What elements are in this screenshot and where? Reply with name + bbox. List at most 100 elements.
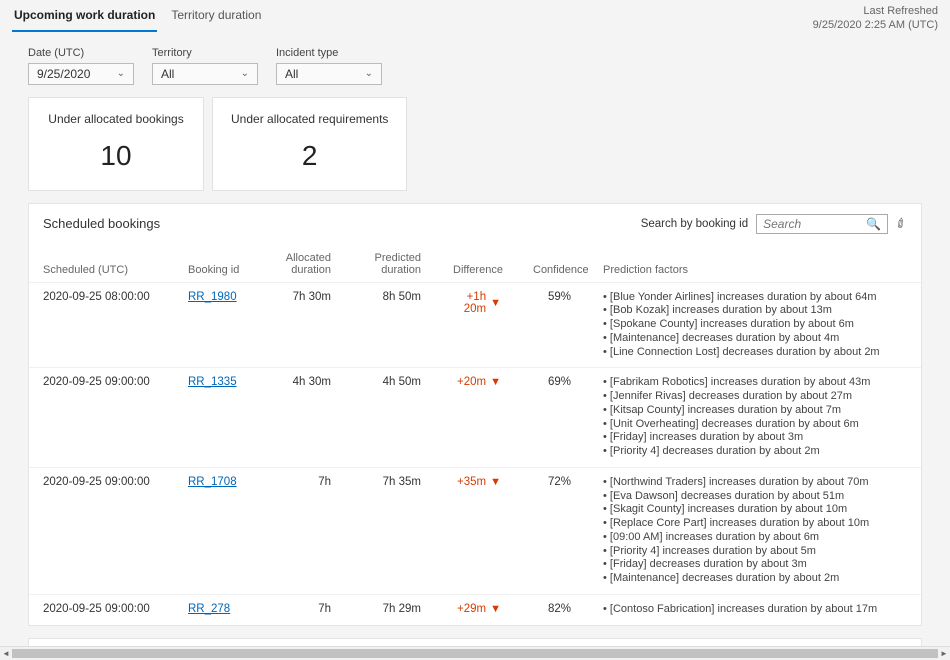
prediction-factor: [Unit Overheating] decreases duration by… (603, 418, 913, 432)
eraser-icon[interactable]: ✐ (892, 214, 910, 233)
prediction-factor: [Fabrikam Robotics] increases duration b… (603, 376, 913, 390)
col-confidence[interactable]: Confidence (519, 246, 589, 283)
filter-incident-type-value: All (285, 67, 298, 81)
cell-difference: +29m ▼ (439, 594, 519, 624)
col-booking-id[interactable]: Booking id (174, 246, 254, 283)
scheduled-bookings-panel: Scheduled bookings Search by booking id … (28, 203, 922, 626)
card-title: Under allocated requirements (231, 112, 388, 126)
cell-scheduled: 2020-09-25 09:00:00 (29, 467, 174, 594)
cell-factors: [Fabrikam Robotics] increases duration b… (589, 368, 921, 468)
cell-factors: [Blue Yonder Airlines] increases duratio… (589, 282, 921, 368)
cell-booking-id: RR_1335 (174, 368, 254, 468)
booking-id-link[interactable]: RR_278 (188, 603, 230, 615)
prediction-factor: [Spokane County] increases duration by a… (603, 318, 913, 332)
last-refreshed-value: 9/25/2020 2:25 AM (UTC) (813, 18, 938, 32)
cell-predicted: 8h 50m (349, 282, 439, 368)
bookings-table: Scheduled (UTC) Booking id Allocated dur… (29, 246, 921, 625)
horizontal-scrollbar[interactable]: ◄ ► (0, 646, 950, 660)
prediction-factor: [Blue Yonder Airlines] increases duratio… (603, 291, 913, 305)
table-row: 2020-09-25 08:00:00RR_19807h 30m8h 50m+1… (29, 282, 921, 368)
booking-id-link[interactable]: RR_1708 (188, 476, 237, 488)
cell-booking-id: RR_1708 (174, 467, 254, 594)
prediction-factor: [Replace Core Part] increases duration b… (603, 517, 913, 531)
last-refreshed-label: Last Refreshed (813, 4, 938, 18)
triangle-down-icon: ▼ (490, 376, 501, 388)
search-booking-input[interactable] (763, 217, 866, 231)
cell-predicted: 4h 50m (349, 368, 439, 468)
booking-id-link[interactable]: RR_1335 (188, 376, 237, 388)
table-row: 2020-09-25 09:00:00RR_13354h 30m4h 50m+2… (29, 368, 921, 468)
triangle-down-icon: ▼ (490, 476, 501, 488)
prediction-factor: [Eva Dawson] decreases duration by about… (603, 490, 913, 504)
cell-booking-id: RR_1980 (174, 282, 254, 368)
col-factors[interactable]: Prediction factors (589, 246, 921, 283)
table-row: 2020-09-25 09:00:00 RR_278 7h7h 29m +29m ▼ 82… (29, 594, 921, 624)
cell-allocated: 7h (254, 594, 349, 624)
difference-value: +20m (457, 376, 486, 388)
difference-value: +29m (457, 603, 486, 615)
search-icon[interactable]: 🔍 (866, 217, 881, 231)
booking-id-link[interactable]: RR_1980 (188, 291, 237, 303)
chevron-down-icon: ⌄ (117, 68, 125, 79)
cell-scheduled: 2020-09-25 09:00:00 (29, 594, 174, 624)
panel-title: Scheduled bookings (43, 216, 160, 231)
prediction-factor: [Northwind Traders] increases duration b… (603, 476, 913, 490)
card-title: Under allocated bookings (47, 112, 185, 126)
card-under-allocated-bookings: Under allocated bookings 10 (28, 97, 204, 191)
prediction-factor: [09:00 AM] increases duration by about 6… (603, 531, 913, 545)
prediction-factor: [Jennifer Rivas] decreases duration by a… (603, 390, 913, 404)
difference-value: +1h 20m (453, 291, 486, 315)
filter-incident-type-dropdown[interactable]: All ⌄ (276, 63, 382, 85)
cell-difference: +35m ▼ (439, 467, 519, 594)
filter-territory-value: All (161, 67, 174, 81)
tab-upcoming-work[interactable]: Upcoming work duration (12, 4, 157, 32)
cell-confidence: 69% (519, 368, 589, 468)
scroll-left-arrow-icon[interactable]: ◄ (0, 647, 12, 660)
card-value: 2 (231, 140, 388, 172)
filter-territory-dropdown[interactable]: All ⌄ (152, 63, 258, 85)
filter-date-label: Date (UTC) (28, 47, 134, 59)
cell-confidence: 82% (519, 594, 589, 624)
cell-scheduled: 2020-09-25 08:00:00 (29, 282, 174, 368)
triangle-down-icon: ▼ (490, 603, 501, 615)
prediction-factor: [Contoso Fabrication] increases duration… (603, 603, 913, 617)
col-predicted[interactable]: Predicted duration (349, 246, 439, 283)
col-scheduled[interactable]: Scheduled (UTC) (29, 246, 174, 283)
filter-incident-type-label: Incident type (276, 47, 382, 59)
chevron-down-icon: ⌄ (241, 68, 249, 79)
prediction-factor: [Priority 4] increases duration by about… (603, 545, 913, 559)
difference-value: +35m (457, 476, 486, 488)
cell-difference: +1h 20m ▼ (439, 282, 519, 368)
cell-allocated: 7h (254, 467, 349, 594)
cell-factors: [Northwind Traders] increases duration b… (589, 467, 921, 594)
card-under-allocated-requirements: Under allocated requirements 2 (212, 97, 407, 191)
prediction-factor: [Skagit County] increases duration by ab… (603, 503, 913, 517)
card-value: 10 (47, 140, 185, 172)
cell-allocated: 7h 30m (254, 282, 349, 368)
search-label: Search by booking id (641, 218, 748, 230)
cell-allocated: 4h 30m (254, 368, 349, 468)
scroll-right-arrow-icon[interactable]: ► (938, 647, 950, 660)
prediction-factor: [Friday] increases duration by about 3m (603, 431, 913, 445)
cell-booking-id: RR_278 (174, 594, 254, 624)
prediction-factor: [Line Connection Lost] decreases duratio… (603, 346, 913, 360)
report-tabs: Upcoming work duration Territory duratio… (12, 4, 263, 32)
prediction-factor: [Friday] decreases duration by about 3m (603, 558, 913, 572)
cell-difference: +20m ▼ (439, 368, 519, 468)
prediction-factor: [Maintenance] decreases duration by abou… (603, 572, 913, 586)
tab-territory-duration[interactable]: Territory duration (169, 4, 263, 32)
filter-date-value: 9/25/2020 (37, 67, 90, 81)
cell-predicted: 7h 29m (349, 594, 439, 624)
cell-factors: [Contoso Fabrication] increases duration… (589, 594, 921, 624)
prediction-factor: [Priority 4] decreases duration by about… (603, 445, 913, 459)
cell-predicted: 7h 35m (349, 467, 439, 594)
cell-confidence: 72% (519, 467, 589, 594)
filter-date-dropdown[interactable]: 9/25/2020 ⌄ (28, 63, 134, 85)
triangle-down-icon: ▼ (490, 297, 501, 309)
prediction-factor: [Kitsap County] increases duration by ab… (603, 404, 913, 418)
table-row: 2020-09-25 09:00:00 RR_1708 7h7h 35m +35m ▼ 7… (29, 467, 921, 594)
last-refreshed: Last Refreshed 9/25/2020 2:25 AM (UTC) (813, 4, 938, 33)
col-difference[interactable]: Difference (439, 246, 519, 283)
scrollbar-thumb[interactable] (12, 649, 938, 658)
col-allocated[interactable]: Allocated duration (254, 246, 349, 283)
